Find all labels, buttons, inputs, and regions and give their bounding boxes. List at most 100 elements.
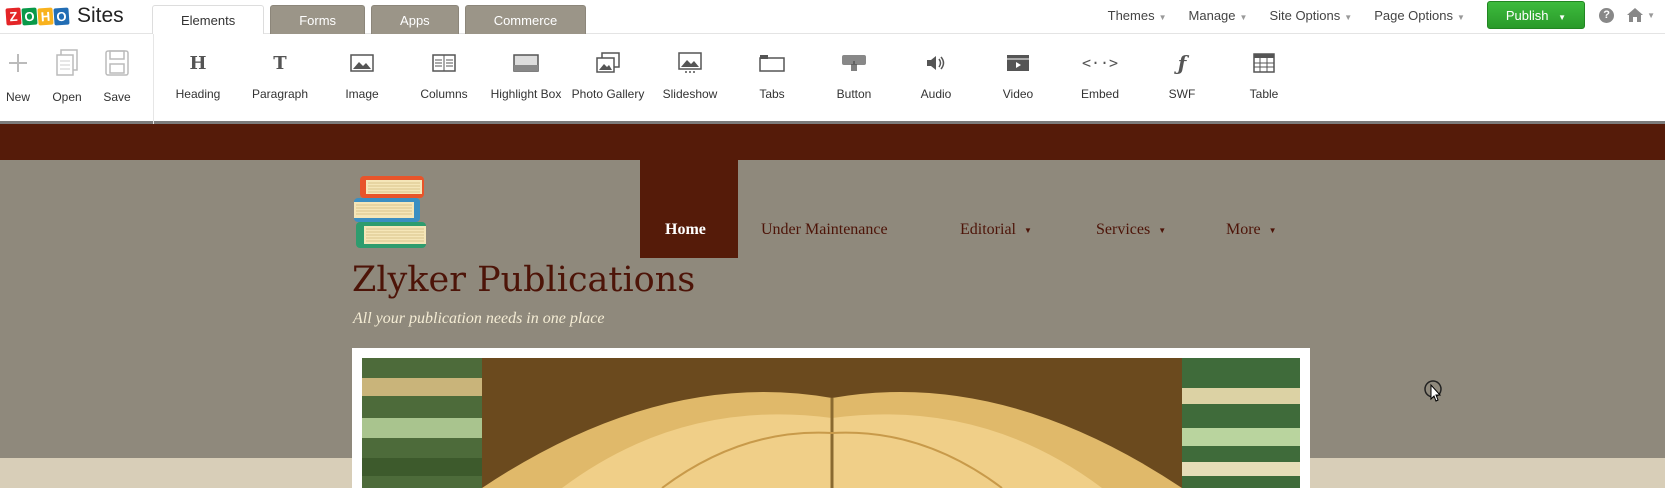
highlight-box-element[interactable]: Highlight Box bbox=[486, 34, 566, 101]
tabs-icon bbox=[732, 48, 812, 78]
embed-element[interactable]: <··> Embed bbox=[1060, 34, 1140, 101]
themes-menu[interactable]: Themes ▼ bbox=[1108, 8, 1167, 23]
zoho-logo: Z O H O bbox=[5, 6, 70, 26]
chevron-down-icon: ▼ bbox=[1023, 225, 1032, 235]
chevron-down-icon: ▼ bbox=[1344, 12, 1353, 22]
home-icon[interactable] bbox=[1626, 6, 1644, 24]
site-title[interactable]: Zlyker Publications bbox=[352, 260, 695, 300]
audio-element[interactable]: Audio bbox=[896, 34, 976, 101]
nav-label: Home bbox=[665, 221, 706, 238]
elements-toolbar: New Open Save H Heading T Paragraph Imag… bbox=[0, 34, 1665, 124]
mouse-cursor-icon bbox=[1424, 380, 1442, 402]
chevron-down-icon: ▼ bbox=[1558, 13, 1567, 22]
table-element[interactable]: Table bbox=[1224, 34, 1304, 101]
slideshow-element[interactable]: Slideshow bbox=[650, 34, 730, 101]
site-nav-services[interactable]: Services ▼ bbox=[1096, 218, 1166, 242]
slideshow-icon bbox=[650, 48, 730, 78]
video-icon bbox=[978, 48, 1058, 78]
table-icon bbox=[1224, 48, 1304, 78]
header-band bbox=[0, 124, 1665, 160]
nav-label: Under Maintenance bbox=[761, 221, 888, 238]
tab-elements[interactable]: Elements bbox=[152, 5, 265, 36]
zoho-sites-logo[interactable]: Z O H O Sites bbox=[5, 4, 124, 28]
element-label: Image bbox=[345, 87, 379, 101]
books-logo[interactable] bbox=[352, 174, 432, 250]
toolbar-divider bbox=[153, 34, 154, 124]
page-options-label: Page Options bbox=[1374, 7, 1453, 23]
nav-active-highlight bbox=[640, 160, 738, 258]
help-icon[interactable]: ? bbox=[1599, 7, 1615, 23]
save-button[interactable]: Save bbox=[77, 34, 157, 104]
paragraph-element[interactable]: T Paragraph bbox=[240, 34, 320, 102]
banner-image-frame[interactable] bbox=[352, 348, 1310, 488]
element-label: Table bbox=[1249, 87, 1279, 101]
video-element[interactable]: Video bbox=[978, 34, 1058, 101]
zoho-letter: O bbox=[53, 6, 70, 26]
publish-button[interactable]: Publish ▼ bbox=[1486, 1, 1586, 29]
element-label: Embed bbox=[1080, 87, 1120, 101]
button-element[interactable]: Button bbox=[814, 34, 894, 101]
save-label: Save bbox=[103, 90, 131, 104]
app-name: Sites bbox=[77, 4, 124, 27]
site-nav-more[interactable]: More ▼ bbox=[1226, 218, 1277, 242]
site-options-label: Site Options bbox=[1269, 7, 1341, 23]
tab-apps[interactable]: Apps bbox=[371, 5, 459, 35]
element-label: Audio bbox=[920, 87, 952, 101]
swf-icon: ƒ bbox=[1177, 51, 1187, 75]
site-preview: Zlyker Publications All your publication… bbox=[0, 124, 1665, 488]
page-options-menu[interactable]: Page Options ▼ bbox=[1374, 8, 1465, 23]
columns-element[interactable]: Columns bbox=[404, 34, 484, 101]
element-label: Slideshow bbox=[662, 87, 718, 101]
paragraph-icon: T bbox=[273, 52, 287, 74]
builder-tabs: Elements Forms Apps Commerce bbox=[152, 5, 587, 36]
zoho-letter: H bbox=[37, 6, 54, 26]
element-label: Highlight Box bbox=[490, 87, 562, 101]
tab-forms[interactable]: Forms bbox=[270, 5, 366, 35]
element-label: Video bbox=[1002, 87, 1034, 101]
top-nav: Themes ▼ Manage ▼ Site Options ▼ Page Optio… bbox=[1086, 0, 1665, 30]
tab-commerce[interactable]: Commerce bbox=[464, 5, 587, 35]
element-label: Heading bbox=[175, 87, 221, 101]
site-nav-home[interactable]: Home bbox=[665, 218, 706, 242]
nav-label: More bbox=[1226, 221, 1261, 238]
site-nav-under-maintenance[interactable]: Under Maintenance bbox=[761, 218, 888, 242]
embed-icon: <··> bbox=[1081, 54, 1119, 72]
swf-element[interactable]: ƒ SWF bbox=[1142, 34, 1222, 101]
element-label: SWF bbox=[1168, 87, 1196, 101]
themes-label: Themes bbox=[1107, 7, 1155, 23]
image-element[interactable]: Image bbox=[322, 34, 402, 101]
zoho-letter: O bbox=[21, 6, 38, 26]
chevron-down-icon: ▼ bbox=[1158, 225, 1167, 235]
image-icon bbox=[322, 48, 402, 78]
nav-label: Services bbox=[1096, 221, 1151, 238]
manage-label: Manage bbox=[1188, 7, 1236, 23]
highlight-box-icon bbox=[486, 48, 566, 78]
chevron-down-icon[interactable]: ▼ bbox=[1647, 11, 1655, 20]
button-icon bbox=[814, 48, 894, 78]
books-banner-image bbox=[362, 358, 1300, 488]
floppy-disk-icon bbox=[77, 48, 157, 78]
element-label: Columns bbox=[420, 87, 468, 101]
photo-gallery-icon bbox=[568, 48, 648, 78]
zoho-letter: Z bbox=[5, 6, 22, 26]
site-options-menu[interactable]: Site Options ▼ bbox=[1269, 8, 1352, 23]
site-tagline[interactable]: All your publication needs in one place bbox=[353, 310, 605, 328]
columns-icon bbox=[404, 48, 484, 78]
chevron-down-icon: ▼ bbox=[1239, 12, 1248, 22]
element-label: Button bbox=[836, 87, 872, 101]
top-bar: Z O H O Sites Elements Forms Apps Commer… bbox=[0, 0, 1665, 36]
element-label: Paragraph bbox=[251, 87, 309, 101]
site-nav-editorial[interactable]: Editorial ▼ bbox=[960, 218, 1032, 242]
chevron-down-icon: ▼ bbox=[1268, 225, 1277, 235]
element-label: Tabs bbox=[759, 87, 785, 101]
publish-label: Publish bbox=[1505, 8, 1549, 23]
nav-label: Editorial bbox=[960, 221, 1016, 238]
audio-icon bbox=[896, 48, 976, 78]
element-label: Photo Gallery bbox=[571, 87, 645, 101]
tabs-element[interactable]: Tabs bbox=[732, 34, 812, 101]
chevron-down-icon: ▼ bbox=[1456, 12, 1465, 22]
photo-gallery-element[interactable]: Photo Gallery bbox=[568, 34, 648, 101]
heading-icon: H bbox=[189, 52, 207, 74]
heading-element[interactable]: H Heading bbox=[158, 34, 238, 102]
manage-menu[interactable]: Manage ▼ bbox=[1189, 8, 1248, 23]
